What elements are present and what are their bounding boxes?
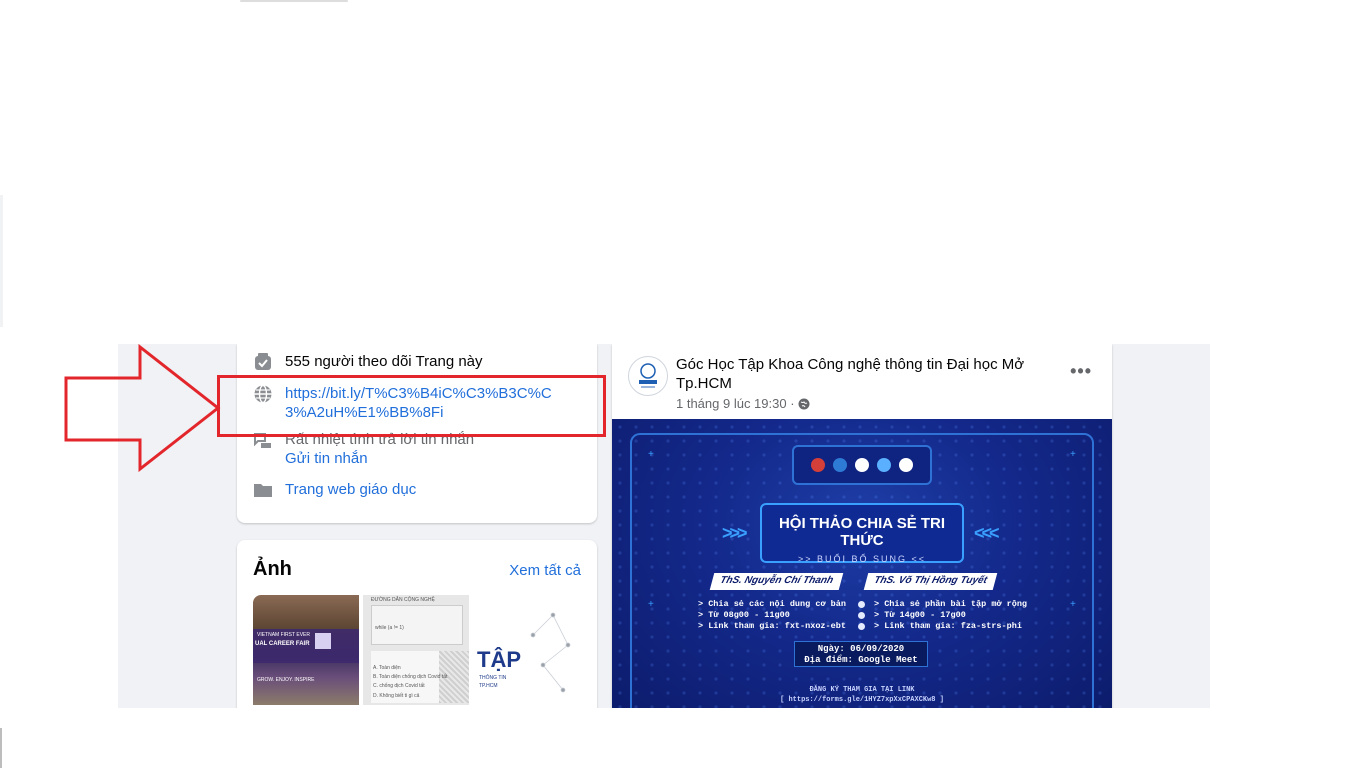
session-2-line: > Từ 14g00 - 17g00 xyxy=(874,610,966,620)
session-2-line: > Chia sẻ phần bài tập mở rộng xyxy=(874,599,1028,609)
anniversary-logo-icon xyxy=(855,458,869,472)
ntt-logo-icon xyxy=(899,458,913,472)
session-2-line: > Link tham gia: fza-strs-phi xyxy=(874,621,1022,631)
photo-thumbnail-career-fair[interactable]: VIETNAM FIRST EVER UAL CAREER FAIR GROW.… xyxy=(253,595,359,705)
post-author-name[interactable]: Góc Học Tập Khoa Công nghệ thông tin Đại… xyxy=(676,355,1066,393)
registration-link: [ https://forms.gle/1HYZ7xpXxCPAXCKw8 ] xyxy=(780,696,944,704)
session-2-info: > Chia sẻ phần bài tập mở rộng > Từ 14g0… xyxy=(874,599,1027,632)
photo-2-text-6: D. Không biết ti gì cả xyxy=(373,693,420,699)
session-1-info: > Chia sẻ các nội dung cơ bản > Từ 08g00… xyxy=(698,599,846,632)
left-window-edge-lower xyxy=(0,728,2,768)
page-avatar[interactable] xyxy=(628,356,668,396)
photo-thumbnail-poster[interactable]: TẬP THÔNG TIN TP.HCM xyxy=(473,595,579,705)
left-window-edge xyxy=(0,195,3,327)
corner-plus-icon: + xyxy=(648,449,654,460)
corner-plus-icon: + xyxy=(648,599,654,610)
category-row: Trang web giáo dục xyxy=(253,480,416,500)
chevron-left-icon: <<< xyxy=(974,523,999,543)
university-logo-icon xyxy=(833,458,847,472)
speaker-1-label: ThS. Nguyễn Chí Thanh xyxy=(709,573,844,590)
photo-thumbnail-quiz[interactable]: ĐƯỜNG DẪN CỘNG NGHỆ while (a != 1) A. To… xyxy=(363,595,469,705)
public-globe-icon xyxy=(798,398,810,410)
banner-title: HỘI THẢO CHIA SẺ TRI THỨC xyxy=(778,515,946,549)
red-arrow-annotation xyxy=(64,344,221,472)
event-date: Ngày: 06/09/2020 xyxy=(817,644,905,654)
folder-icon xyxy=(253,480,273,500)
post-time-text: 1 tháng 9 lúc 19:30 · xyxy=(676,396,795,411)
registration-label: ĐĂNG KÝ THAM GIA TẠI LINK xyxy=(809,686,915,694)
schedule-icons xyxy=(858,601,865,630)
banner-logos xyxy=(792,445,932,485)
photo-2-text-5: C. chống dịch Covid tất xyxy=(373,683,425,689)
photo-3-small-text: THÔNG TIN xyxy=(479,675,507,681)
corner-plus-icon: + xyxy=(1070,599,1076,610)
banner-title-box: HỘI THẢO CHIA SẺ TRI THỨC >> BUỔI BỔ SUN… xyxy=(760,503,964,564)
registration-info: ĐĂNG KÝ THAM GIA TẠI LINK [ https://form… xyxy=(612,685,1112,705)
calendar-icon xyxy=(858,601,865,608)
post-timestamp[interactable]: 1 tháng 9 lúc 19:30 · xyxy=(676,396,810,411)
youth-union-logo-icon xyxy=(811,458,825,472)
chevron-right-icon: >>> xyxy=(722,523,747,543)
banner-subtitle: >> BUỔI BỔ SUNG << xyxy=(797,554,927,564)
link-icon xyxy=(858,623,865,630)
faculty-logo-icon xyxy=(877,458,891,472)
see-all-photos-link[interactable]: Xem tất cả xyxy=(509,562,581,579)
photo-1-text-3: GROW. ENJOY. INSPIRE xyxy=(257,677,315,683)
corner-plus-icon: + xyxy=(1070,449,1076,460)
photo-2-text-1: ĐƯỜNG DẪN CỘNG NGHỆ xyxy=(371,597,435,603)
photo-2-text-4: B. Toàn diện chống dịch Covid tất xyxy=(373,674,448,680)
photos-card: Ảnh Xem tất cả VIETNAM FIRST EVER UAL CA… xyxy=(237,540,597,708)
photos-title: Ảnh xyxy=(253,558,292,580)
photo-2-text-3: A. Toàn diện xyxy=(373,665,401,671)
followers-text: 555 người theo dõi Trang này xyxy=(285,353,483,370)
send-message-link[interactable]: Gửi tin nhắn xyxy=(285,449,474,468)
photo-1-text-2: UAL CAREER FAIR xyxy=(255,641,310,647)
speaker-2-label: ThS. Võ Thị Hồng Tuyết xyxy=(863,573,997,590)
session-1-line: > Từ 08g00 - 11g00 xyxy=(698,610,790,620)
photo-3-big-text: TẬP xyxy=(477,647,521,672)
photo-1-text-1: VIETNAM FIRST EVER xyxy=(257,632,310,638)
event-date-box: Ngày: 06/09/2020 Địa điểm: Google Meet xyxy=(794,641,928,667)
more-horizontal-icon[interactable]: ••• xyxy=(1070,361,1092,382)
photo-2-text-2: while (a != 1) xyxy=(375,625,404,631)
photo-3-small-text-2: TP.HCM xyxy=(479,683,498,689)
event-location: Địa điểm: Google Meet xyxy=(804,655,918,665)
category-link[interactable]: Trang web giáo dục xyxy=(285,480,416,499)
session-1-line: > Chia sẻ các nội dung cơ bản xyxy=(698,599,846,609)
top-bar-fragment xyxy=(240,0,348,2)
highlight-box-annotation xyxy=(217,375,606,437)
post-image-banner[interactable]: + + + + >>> HỘI THẢO CHIA SẺ TRI THỨC >>… xyxy=(612,419,1112,708)
followers-row: 555 người theo dõi Trang này xyxy=(253,352,483,372)
followers-icon xyxy=(253,352,273,372)
session-1-line: > Link tham gia: fxt-nxoz-ebt xyxy=(698,621,846,631)
post-card: Góc Học Tập Khoa Công nghệ thông tin Đại… xyxy=(612,344,1112,708)
clock-icon xyxy=(858,612,865,619)
